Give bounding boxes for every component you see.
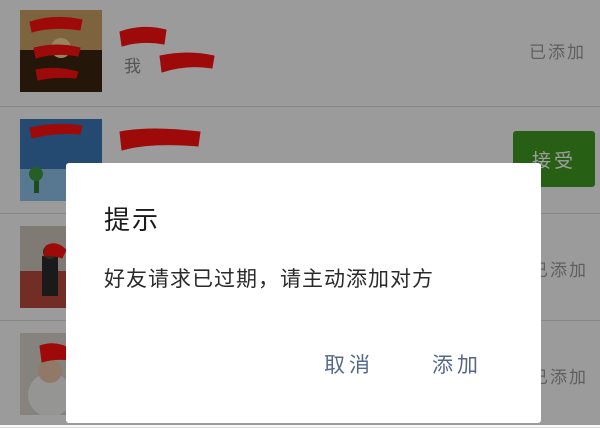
expired-request-dialog: 提示 好友请求已过期，请主动添加对方 取消 添加 [66,163,541,423]
add-button[interactable]: 添加 [432,349,482,379]
cancel-button[interactable]: 取消 [324,349,374,379]
dialog-title: 提示 [104,206,161,236]
dialog-message: 好友请求已过期，请主动添加对方 [104,267,434,291]
